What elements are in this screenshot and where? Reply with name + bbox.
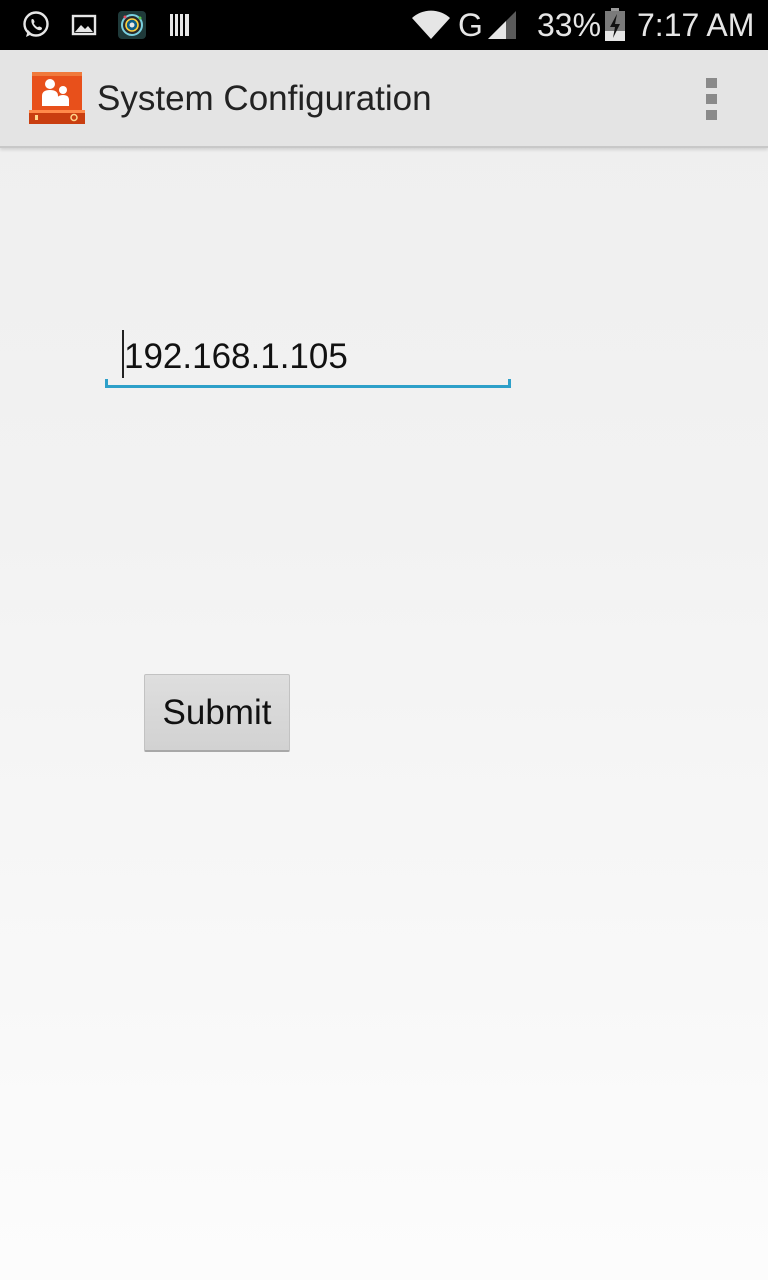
status-bar: G 33% 7:17 AM xyxy=(0,0,768,50)
battery-charging-icon xyxy=(602,8,628,41)
network-type-label: G xyxy=(458,7,483,43)
submit-button[interactable]: Submit xyxy=(144,674,290,752)
ip-address-value: 192.168.1.105 xyxy=(124,337,348,376)
action-bar: System Configuration xyxy=(0,50,768,148)
status-time: 7:17 AM xyxy=(637,7,755,43)
input-underline-right-tick xyxy=(508,379,511,388)
gallery-icon xyxy=(68,9,100,41)
overflow-menu-icon[interactable] xyxy=(696,74,728,122)
battery-percent: 33% xyxy=(537,7,602,43)
input-underline xyxy=(105,385,511,388)
system-config-app-icon xyxy=(28,70,86,126)
ip-address-input[interactable]: 192.168.1.105 xyxy=(105,328,511,388)
whatsapp-icon xyxy=(20,9,52,41)
signal-strength-icon xyxy=(486,9,518,41)
wifi-icon xyxy=(410,9,452,41)
input-underline-left-tick xyxy=(105,379,108,388)
barcode-icon xyxy=(164,9,196,41)
camera-app-icon xyxy=(116,9,148,41)
app-title: System Configuration xyxy=(97,79,432,118)
